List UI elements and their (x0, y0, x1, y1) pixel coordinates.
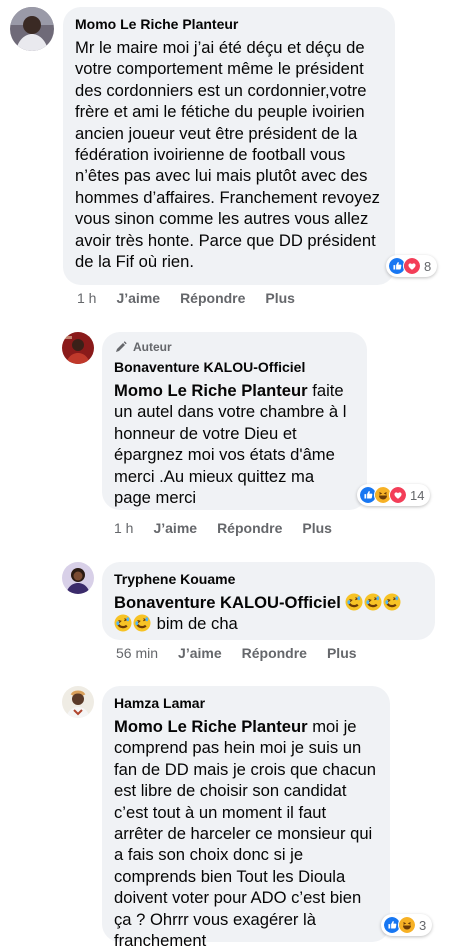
timestamp[interactable]: 1 h (114, 520, 133, 536)
avatar-image (62, 332, 94, 364)
comment-bubble: Auteur Bonaventure KALOU-Officiel Momo L… (102, 332, 367, 510)
reply-button[interactable]: Répondre (242, 645, 307, 661)
rofl-emoji-icon (114, 614, 132, 632)
comment-body: moi je comprend pas hein moi je suis un … (114, 717, 376, 950)
like-button[interactable]: J’aime (153, 520, 197, 536)
haha-icon (398, 916, 416, 934)
mention-link[interactable]: Bonaventure KALOU-Officiel (114, 593, 341, 612)
reaction-count: 8 (424, 258, 432, 274)
pen-icon (116, 341, 127, 352)
comment-bubble: Momo Le Riche Planteur Mr le maire moi j… (63, 7, 395, 285)
author-name[interactable]: Hamza Lamar (114, 694, 378, 712)
comment-text: Momo Le Riche Planteur faite un autel da… (114, 380, 355, 508)
comment-actions: 56 min J’aime Répondre Plus (116, 645, 357, 661)
comment-body: bim de cha (152, 614, 238, 634)
rofl-emoji-icon (364, 593, 382, 611)
rofl-emoji-icon (345, 593, 363, 611)
mention-link[interactable]: Momo Le Riche Planteur (114, 381, 308, 400)
avatar-image (62, 562, 94, 594)
reaction-summary[interactable]: 3 (381, 914, 433, 936)
love-icon (389, 486, 407, 504)
timestamp[interactable]: 56 min (116, 645, 158, 661)
comment-actions: 1 h J’aime Répondre Plus (114, 520, 332, 536)
author-name[interactable]: Bonaventure KALOU-Officiel (114, 358, 355, 376)
like-button[interactable]: J’aime (178, 645, 222, 661)
more-button[interactable]: Plus (327, 645, 357, 661)
reaction-summary[interactable]: 14 (357, 484, 431, 506)
badge-label: Auteur (133, 340, 172, 354)
comment-actions: 1 h J’aime Répondre Plus (77, 290, 295, 306)
reaction-count: 3 (419, 917, 427, 933)
avatar-image (10, 7, 54, 51)
avatar[interactable] (62, 332, 94, 364)
author-name[interactable]: Tryphene Kouame (114, 570, 423, 588)
reply-button[interactable]: Répondre (217, 520, 282, 536)
like-button[interactable]: J’aime (116, 290, 160, 306)
rofl-emoji-icon (383, 593, 401, 611)
more-button[interactable]: Plus (265, 290, 295, 306)
timestamp[interactable]: 1 h (77, 290, 96, 306)
love-icon (403, 257, 421, 275)
reply-button[interactable]: Répondre (180, 290, 245, 306)
comment-bubble: Hamza Lamar Momo Le Riche Planteur moi j… (102, 686, 390, 950)
avatar-image (62, 686, 94, 718)
comment-text: Mr le maire moi j’ai été déçu et déçu de… (75, 38, 380, 272)
mention-link[interactable]: Momo Le Riche Planteur (114, 717, 308, 736)
avatar[interactable] (10, 7, 54, 51)
avatar[interactable] (62, 562, 94, 594)
avatar[interactable] (62, 686, 94, 718)
comment-text: Bonaventure KALOU-Officiel bim de cha (114, 592, 423, 635)
more-button[interactable]: Plus (302, 520, 332, 536)
author-name[interactable]: Momo Le Riche Planteur (75, 15, 383, 33)
author-badge: Auteur (114, 340, 355, 354)
comment-text: Momo Le Riche Planteur moi je comprend p… (114, 716, 378, 950)
rofl-emoji-icon (133, 614, 151, 632)
reaction-summary[interactable]: 8 (386, 255, 438, 277)
reaction-count: 14 (410, 487, 425, 503)
comment-bubble: Tryphene Kouame Bonaventure KALOU-Offici… (102, 562, 435, 640)
